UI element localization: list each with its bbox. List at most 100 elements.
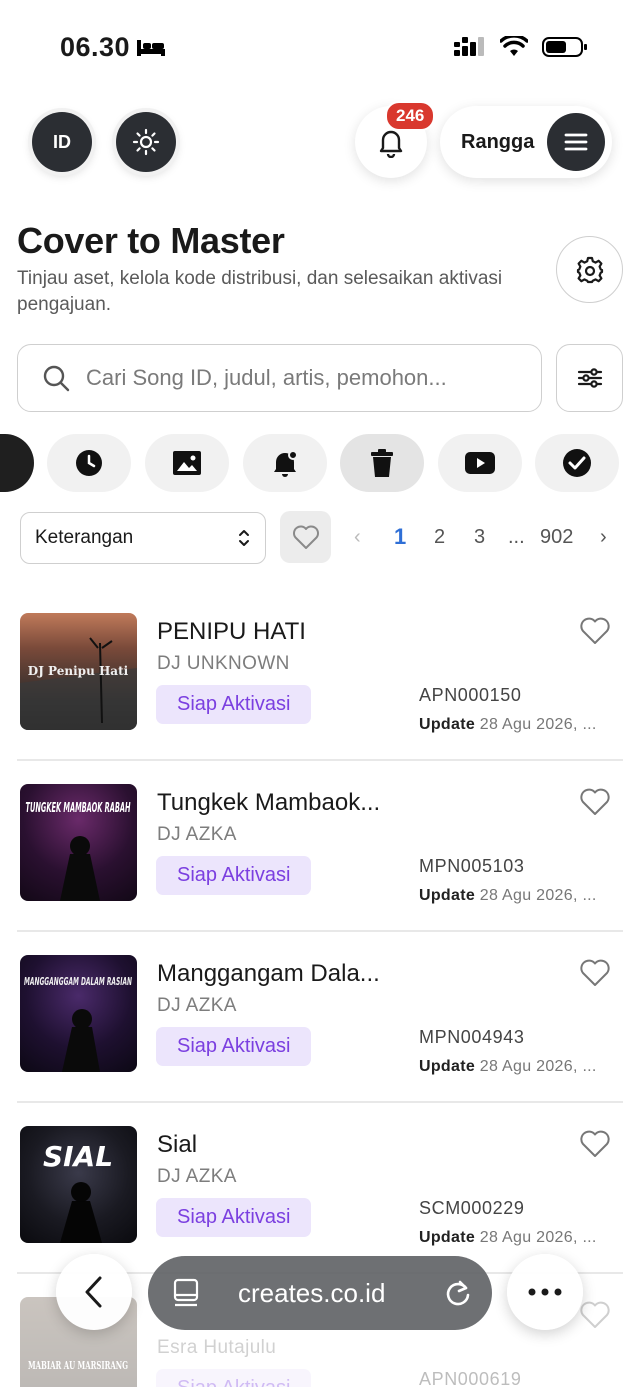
filter-chips (0, 434, 640, 492)
trash-icon (371, 449, 393, 477)
cellular-signal-icon (454, 37, 484, 56)
search-box[interactable] (17, 344, 542, 412)
cover-image: DJ Penipu Hati (20, 613, 137, 730)
cover-text: MABIAR AU MARSIRANG (28, 1359, 128, 1372)
sun-icon (132, 128, 160, 156)
favorite-heart-icon[interactable] (579, 958, 611, 988)
status-badge: Siap Aktivasi (156, 685, 312, 724)
sleep-bed-icon (137, 39, 166, 56)
page-prev[interactable]: ‹ (354, 526, 361, 549)
address-bar[interactable]: creates.co.id (148, 1256, 492, 1330)
status-icons (454, 36, 588, 58)
page-title: Cover to Master (17, 220, 285, 261)
bell-alert-icon (274, 450, 298, 477)
chip-youtube[interactable] (438, 434, 522, 492)
page-next[interactable]: › (600, 526, 607, 549)
chip-done[interactable] (535, 434, 619, 492)
page-3[interactable]: 3 (474, 526, 485, 549)
cover-image: SIAL (20, 1126, 137, 1243)
song-update: Update 28 Agu 2026, ... (419, 1058, 597, 1076)
cover-image: TUNGKEK MAMBAOK RABAH (20, 784, 137, 901)
search-input[interactable] (86, 365, 526, 391)
notification-count-badge: 246 (385, 101, 436, 131)
gear-icon (576, 256, 603, 283)
page-ellipsis: ... (508, 526, 525, 548)
search-icon (43, 365, 70, 392)
filter-settings-button[interactable] (556, 344, 623, 412)
song-artist: DJ UNKNOWN (157, 653, 290, 674)
cover-text: SIAL (43, 1140, 113, 1173)
language-button[interactable]: ID (32, 112, 92, 172)
clock-text: 06.30 (60, 32, 131, 62)
status-bar: 06.30 (0, 0, 640, 96)
song-artist: Esra Hutajulu (157, 1337, 277, 1358)
user-name: Rangga (461, 130, 535, 153)
cover-text: TUNGKEK MAMBAOK RABAH (26, 801, 131, 816)
hamburger-menu-button[interactable] (547, 113, 605, 171)
language-label: ID (53, 131, 71, 152)
favorite-filter-button[interactable] (280, 511, 331, 563)
update-label: Update (419, 1229, 476, 1246)
favorite-heart-icon[interactable] (579, 1129, 611, 1159)
list-item[interactable]: MANGGANGGAM DALAM RASIAN Manggangam Dala… (0, 932, 640, 1103)
sliders-icon (577, 368, 602, 388)
chip-image[interactable] (145, 434, 229, 492)
update-label: Update (419, 716, 476, 733)
chevron-up-down-icon (239, 530, 249, 546)
back-button[interactable] (56, 1254, 132, 1330)
update-value: 28 Agu 2026, ... (479, 716, 597, 733)
page-subtitle: Tinjau aset, kelola kode distribusi, dan… (17, 268, 503, 315)
ellipsis-icon (528, 1288, 562, 1296)
pagination: ‹ 1 2 3 ... 902 › (346, 522, 626, 554)
favorite-heart-icon[interactable] (579, 787, 611, 817)
chip-clock[interactable] (47, 434, 131, 492)
settings-button[interactable] (556, 236, 623, 303)
song-code: MPN004943 (419, 1027, 525, 1047)
chevron-left-icon (85, 1276, 102, 1308)
check-circle-icon (563, 449, 591, 477)
status-badge: Siap Aktivasi (156, 1198, 312, 1237)
list-item[interactable]: DJ Penipu Hati PENIPU HATI DJ UNKNOWN Si… (0, 590, 640, 761)
page-last[interactable]: 902 (540, 526, 573, 549)
song-update: Update 28 Agu 2026, ... (419, 887, 597, 905)
update-value: 28 Agu 2026, ... (479, 1229, 597, 1246)
clock-icon (76, 450, 102, 476)
status-badge: Siap Aktivasi (156, 1027, 312, 1066)
song-title: PENIPU HATI (157, 618, 306, 645)
battery-icon (542, 37, 587, 57)
page-2[interactable]: 2 (434, 526, 445, 549)
song-artist: DJ AZKA (157, 995, 237, 1016)
more-options-button[interactable] (507, 1254, 583, 1330)
cover-text: DJ Penipu Hati (28, 664, 129, 678)
heart-outline-icon (292, 525, 319, 549)
favorite-heart-icon[interactable] (579, 616, 611, 646)
list-item[interactable]: TUNGKEK MAMBAOK RABAH Tungkek Mambaok...… (0, 761, 640, 932)
theme-toggle-button[interactable] (116, 112, 176, 172)
wifi-icon (500, 36, 528, 56)
status-time: 06.30 (60, 32, 166, 63)
chip-trash[interactable] (340, 434, 424, 492)
cover-image: MANGGANGGAM DALAM RASIAN (20, 955, 137, 1072)
song-artist: DJ AZKA (157, 824, 237, 845)
sort-selected-label: Keterangan (35, 527, 134, 548)
chip-all[interactable] (0, 434, 34, 492)
song-code: MPN005103 (419, 856, 525, 876)
hamburger-icon (564, 133, 588, 151)
youtube-icon (465, 452, 495, 474)
song-title: Manggangam Dala... (157, 960, 380, 987)
list-item[interactable]: SIAL Sial DJ AZKA Siap Aktivasi SCM00022… (0, 1103, 640, 1274)
reload-icon[interactable] (444, 1278, 472, 1308)
song-code: APN000150 (419, 685, 522, 705)
page-1[interactable]: 1 (394, 524, 406, 550)
song-artist: DJ AZKA (157, 1166, 237, 1187)
status-badge: Siap Aktivasi (156, 856, 312, 895)
update-label: Update (419, 887, 476, 904)
song-code: SCM000229 (419, 1198, 525, 1218)
tabs-icon[interactable] (172, 1278, 200, 1308)
update-label: Update (419, 1058, 476, 1075)
sort-select[interactable]: Keterangan (20, 512, 266, 564)
chip-alert[interactable] (243, 434, 327, 492)
user-menu[interactable]: Rangga (440, 106, 612, 178)
browser-toolbar: creates.co.id (0, 1250, 640, 1340)
song-update: Update 28 Agu 2026, ... (419, 716, 597, 734)
